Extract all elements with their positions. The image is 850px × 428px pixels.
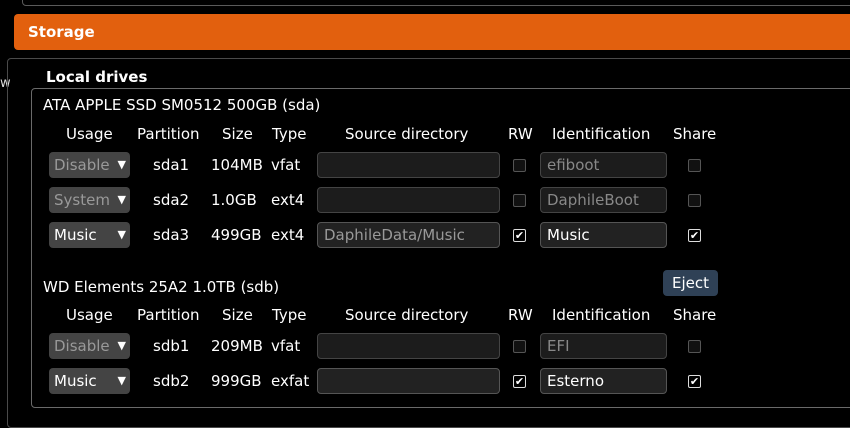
col-partition: Partition	[137, 306, 200, 324]
type-cell: vfat	[271, 156, 301, 174]
col-identification: Identification	[552, 125, 651, 143]
partition-cell: sda3	[153, 226, 190, 244]
type-cell: ext4	[271, 226, 305, 244]
identification-input[interactable]: Esterno	[540, 368, 667, 394]
local-drives-legend: Local drives	[40, 68, 154, 86]
size-cell: 209MB	[211, 337, 263, 355]
col-source: Source directory	[345, 306, 469, 324]
usage-select[interactable]: Disable ▼	[49, 333, 130, 359]
usage-select[interactable]: Disable ▼	[49, 152, 130, 178]
partition-cell: sda2	[153, 191, 190, 209]
col-source: Source directory	[345, 125, 469, 143]
source-directory-input[interactable]: DaphileData/Music	[317, 222, 500, 248]
usage-select-value: Disable	[54, 156, 110, 174]
col-share: Share	[673, 306, 717, 324]
rw-checkbox[interactable]	[513, 340, 526, 353]
col-type: Type	[272, 306, 307, 324]
usage-select-value: Disable	[54, 337, 110, 355]
rw-checkbox[interactable]	[513, 159, 526, 172]
usage-select[interactable]: Music ▼	[49, 368, 130, 394]
size-cell: 499GB	[211, 226, 262, 244]
col-partition: Partition	[137, 125, 200, 143]
share-checkbox[interactable]	[688, 159, 701, 172]
partition-cell: sdb2	[153, 372, 190, 390]
col-size: Size	[222, 125, 253, 143]
check-icon: ✔	[689, 229, 700, 242]
triangle-down-icon: ▼	[117, 339, 126, 352]
partition-cell: sdb1	[153, 337, 190, 355]
col-type: Type	[272, 125, 307, 143]
type-cell: vfat	[271, 337, 301, 355]
usage-select[interactable]: Music ▼	[49, 222, 130, 248]
drive-title-sdb: WD Elements 25A2 1.0TB (sdb)	[43, 278, 280, 296]
rw-checkbox[interactable]	[513, 194, 526, 207]
usage-select[interactable]: System ▼	[49, 187, 130, 213]
identification-input[interactable]: efiboot	[540, 152, 667, 178]
share-checkbox[interactable]: ✔	[688, 375, 701, 388]
share-checkbox[interactable]: ✔	[688, 229, 701, 242]
usage-select-value: Music	[54, 372, 97, 390]
size-cell: 104MB	[211, 156, 263, 174]
triangle-down-icon: ▼	[117, 193, 126, 206]
top-panel-frame	[22, 0, 850, 6]
col-rw: RW	[508, 125, 533, 143]
share-checkbox[interactable]	[688, 194, 701, 207]
source-directory-input[interactable]	[317, 368, 500, 394]
source-directory-input[interactable]	[317, 333, 500, 359]
source-directory-input[interactable]	[317, 152, 500, 178]
source-directory-input[interactable]	[317, 187, 500, 213]
check-icon: ✔	[689, 375, 700, 388]
identification-input[interactable]: DaphileBoot	[540, 187, 667, 213]
type-cell: exfat	[271, 372, 310, 390]
usage-select-value: System	[54, 191, 110, 209]
col-rw: RW	[508, 306, 533, 324]
identification-input[interactable]: EFI	[540, 333, 667, 359]
col-usage: Usage	[66, 125, 113, 143]
share-checkbox[interactable]	[688, 340, 701, 353]
usage-select-value: Music	[54, 226, 97, 244]
drive-title-sda: ATA APPLE SSD SM0512 500GB (sda)	[43, 96, 321, 114]
partition-cell: sda1	[153, 156, 190, 174]
triangle-down-icon: ▼	[117, 228, 126, 241]
identification-input[interactable]: Music	[540, 222, 667, 248]
rw-checkbox[interactable]: ✔	[513, 229, 526, 242]
storage-header[interactable]: Storage	[14, 14, 850, 50]
type-cell: ext4	[271, 191, 305, 209]
check-icon: ✔	[514, 229, 525, 242]
triangle-down-icon: ▼	[117, 158, 126, 171]
col-size: Size	[222, 306, 253, 324]
col-identification: Identification	[552, 306, 651, 324]
size-cell: 1.0GB	[211, 191, 257, 209]
col-usage: Usage	[66, 306, 113, 324]
check-icon: ✔	[514, 375, 525, 388]
eject-button[interactable]: Eject	[663, 270, 718, 296]
triangle-down-icon: ▼	[117, 374, 126, 387]
col-share: Share	[673, 125, 717, 143]
rw-checkbox[interactable]: ✔	[513, 375, 526, 388]
size-cell: 999GB	[211, 372, 262, 390]
